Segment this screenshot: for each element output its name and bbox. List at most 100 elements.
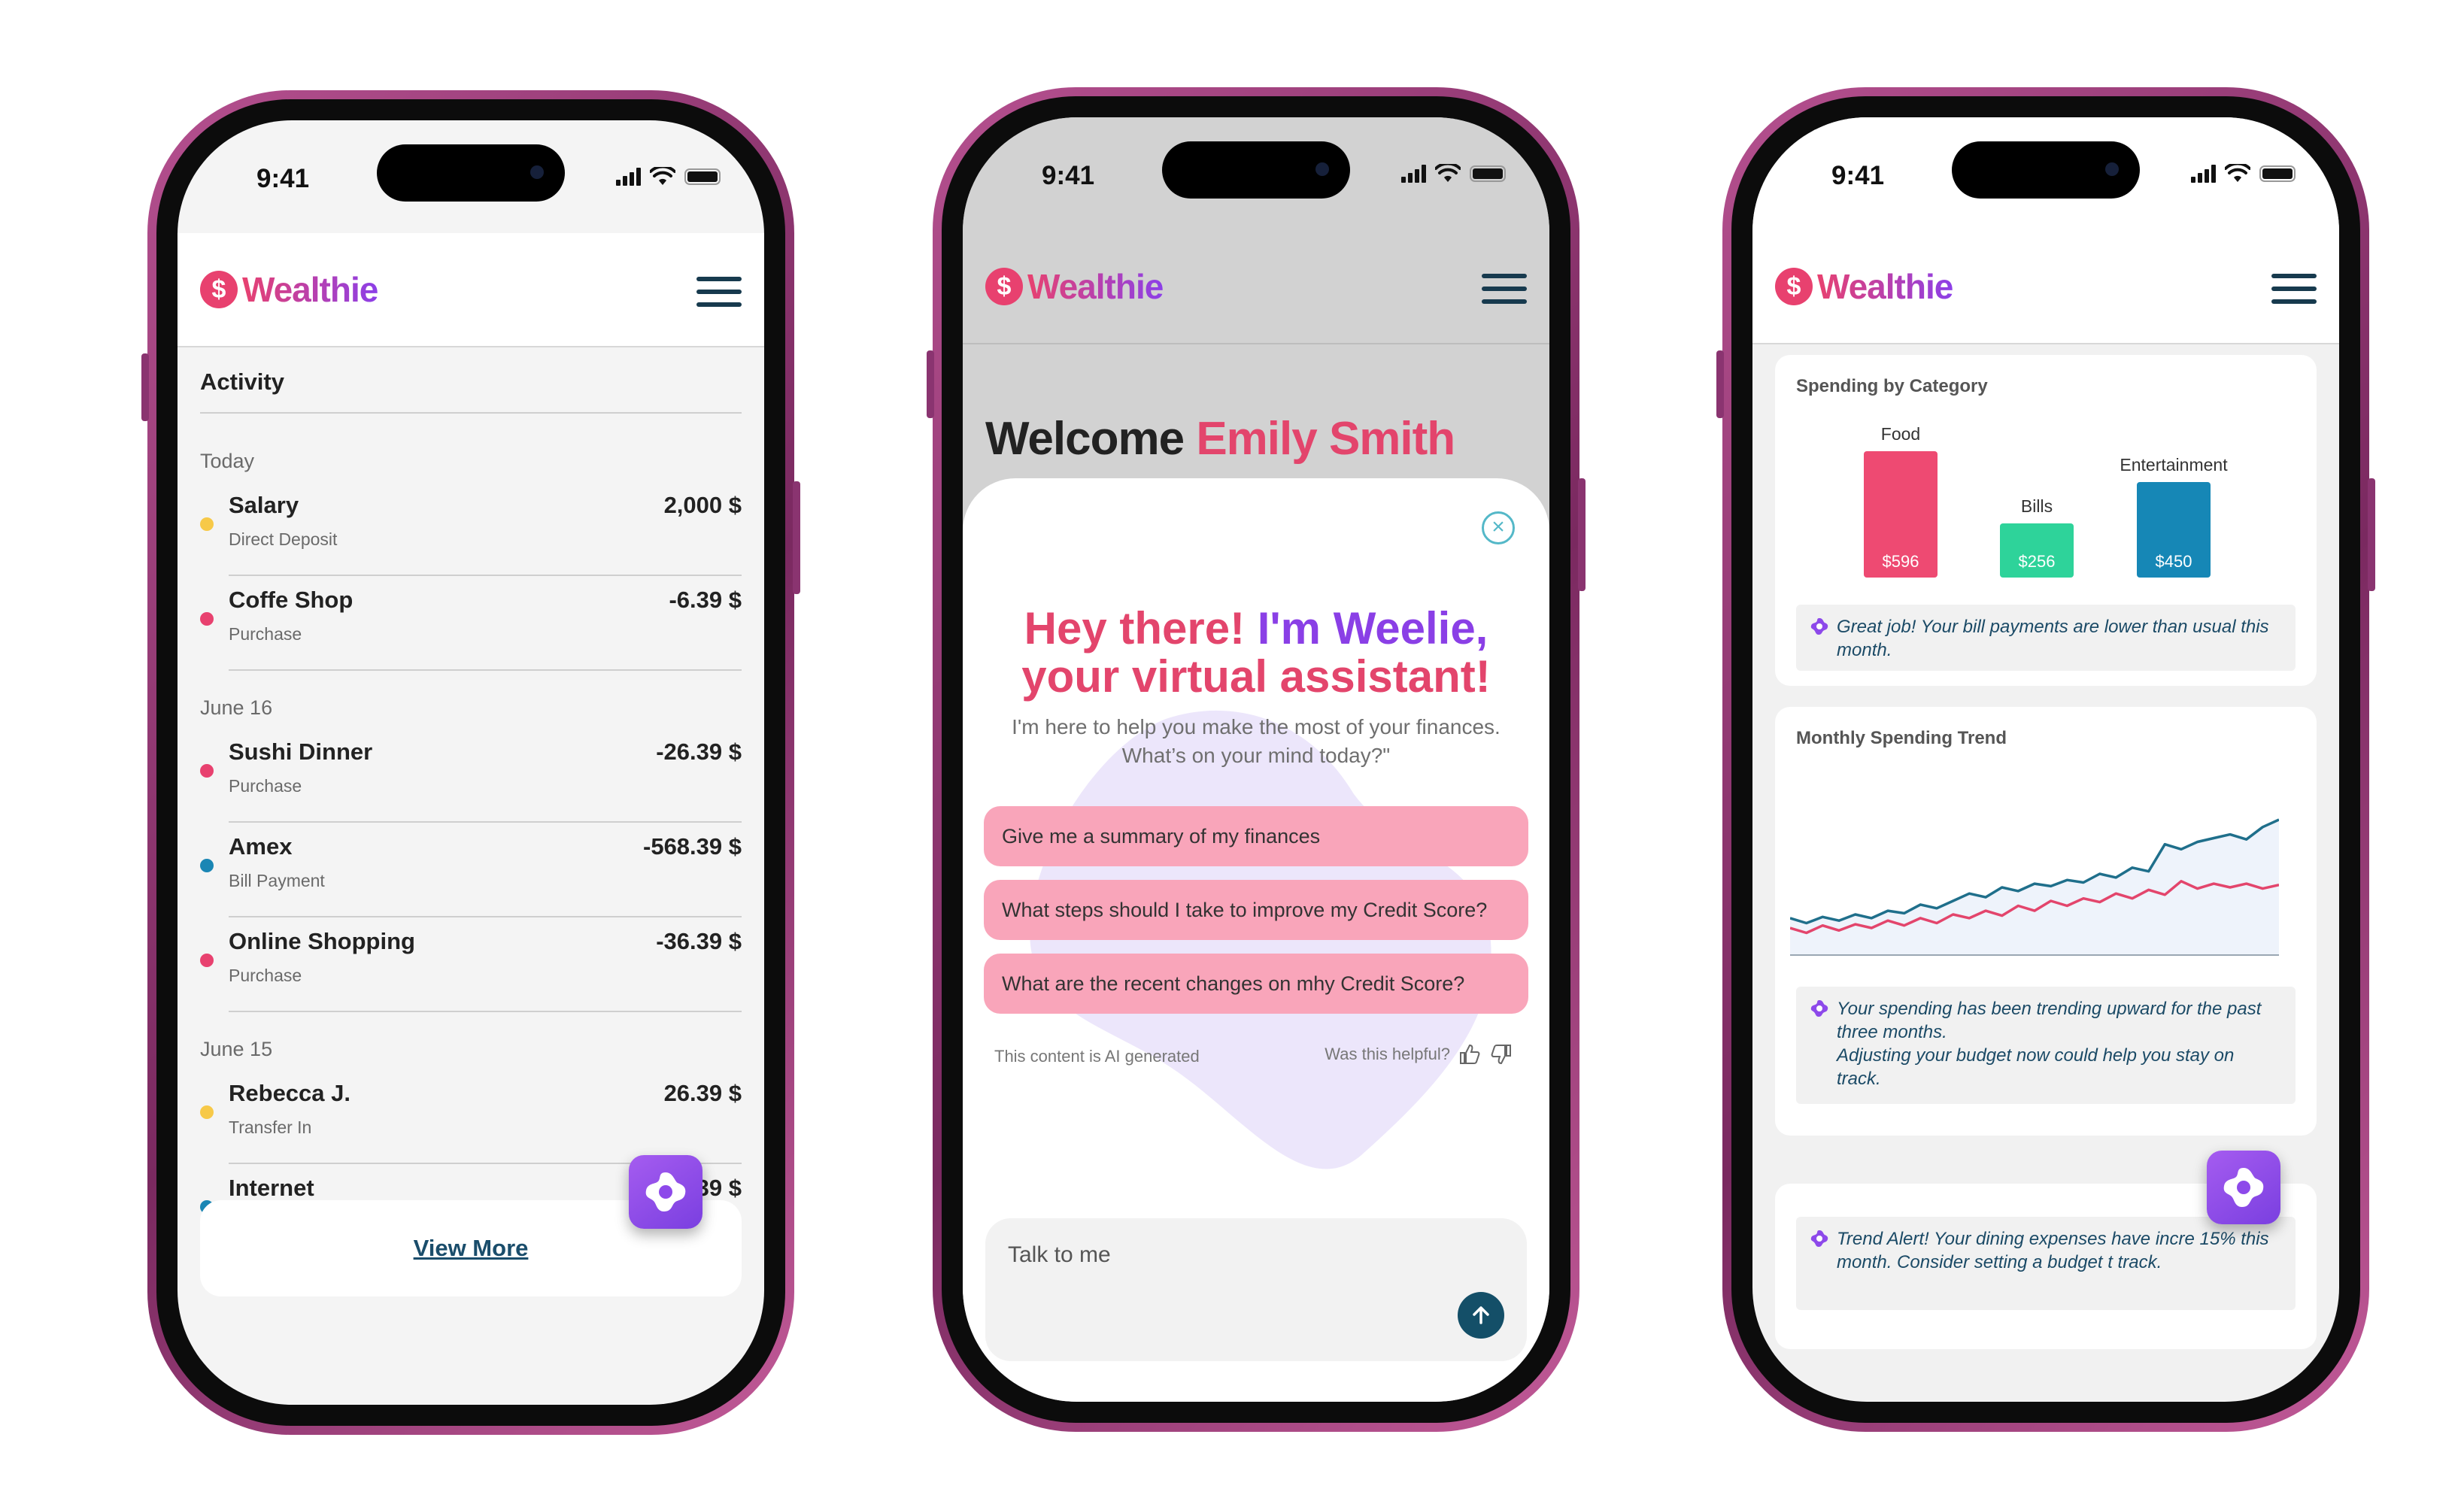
- thumbs-up-icon[interactable]: [1458, 1042, 1482, 1066]
- flower-icon: [1810, 1000, 1828, 1017]
- greeting-part2: I'm Weelie,: [1257, 603, 1488, 653]
- signal-icon: [616, 168, 641, 186]
- transaction-row[interactable]: Sushi Dinner Purchase -26.39 $: [200, 728, 742, 823]
- category-label: Entertainment: [2120, 455, 2228, 475]
- status-time: 9:41: [1831, 161, 1885, 190]
- transaction-amount: 2,000 $: [663, 492, 742, 518]
- transaction-row[interactable]: Amex Bill Payment -568.39 $: [200, 823, 742, 917]
- app-header: $ Wealthie: [1752, 230, 2339, 344]
- brand-name: Wealthie: [1817, 267, 1953, 306]
- trend-card: Monthly Spending Trend Your spending has…: [1775, 707, 2317, 1136]
- transaction-amount: -26.39 $: [656, 738, 742, 765]
- hamburger-menu-icon[interactable]: [1482, 274, 1527, 304]
- transaction-name: Sushi Dinner: [229, 738, 373, 765]
- divider: [229, 669, 742, 671]
- close-button[interactable]: ×: [1482, 511, 1515, 544]
- app-header: $ Wealthie: [178, 233, 764, 347]
- transaction-name: Coffe Shop: [229, 587, 354, 613]
- arrow-up-icon: [1473, 1306, 1489, 1324]
- trend-insight: Your spending has been trending upward f…: [1796, 987, 2296, 1104]
- assistant-fab-button[interactable]: [629, 1155, 702, 1229]
- greeting-part1: Hey there!: [1024, 603, 1258, 653]
- spending-card: Spending by Category $596 Food $256 Bills $4…: [1775, 355, 2317, 686]
- wifi-icon: [650, 167, 675, 185]
- date-heading: Today: [200, 450, 255, 472]
- transaction-row[interactable]: Coffe Shop Purchase -6.39 $: [200, 576, 742, 671]
- phone-insights: 9:41 $ Wealthie Spending by Category $59…: [1716, 87, 2375, 1432]
- transaction-amount: -568.39 $: [643, 833, 742, 860]
- category-label: Food: [1880, 424, 1921, 444]
- transaction-row[interactable]: Salary Direct Deposit 2,000 $: [200, 481, 742, 576]
- dollar-icon: $: [200, 271, 238, 308]
- wifi-icon: [1435, 164, 1461, 182]
- phone-activity: 9:41 $ Wealthie Activity Today Salary Di…: [141, 90, 800, 1435]
- brand-name: Wealthie: [1027, 267, 1164, 306]
- flower-icon: [1810, 618, 1828, 635]
- suggestion-chip[interactable]: What steps should I take to improve my C…: [984, 880, 1528, 940]
- activity-title: Activity: [200, 368, 284, 395]
- hamburger-menu-icon[interactable]: [2271, 274, 2317, 304]
- battery-icon: [684, 168, 721, 185]
- transaction-amount: -6.39 $: [669, 587, 742, 613]
- thumbs-down-icon[interactable]: [1489, 1042, 1513, 1066]
- trend-line-chart: [1790, 818, 2279, 956]
- suggestion-chip[interactable]: Give me a summary of my finances: [984, 806, 1528, 866]
- status-dot: [200, 954, 214, 967]
- insights-screen: 9:41 $ Wealthie Spending by Category $59…: [1752, 117, 2339, 1402]
- wealthie-logo[interactable]: $ Wealthie: [200, 269, 378, 310]
- send-button[interactable]: [1458, 1292, 1504, 1339]
- transaction-type: Direct Deposit: [229, 529, 338, 549]
- category-bar[interactable]: $256: [2000, 523, 2074, 578]
- chat-input[interactable]: Talk to me: [985, 1218, 1527, 1361]
- view-more-link[interactable]: View More: [414, 1235, 529, 1262]
- transaction-row[interactable]: Rebecca J. Transfer In 26.39 $: [200, 1069, 742, 1164]
- transaction-row[interactable]: Online Shopping Purchase -36.39 $: [200, 917, 742, 1012]
- phone-assistant: 9:41 $ Wealthie Welcome Emily Smith × He…: [927, 87, 1586, 1432]
- hamburger-menu-icon[interactable]: [696, 277, 742, 307]
- transaction-type: Purchase: [229, 624, 302, 644]
- ai-generated-note: This content is AI generated: [994, 1047, 1200, 1066]
- signal-icon: [2191, 165, 2216, 183]
- assistant-greeting: Hey there! I'm Weelie, your virtual assi…: [963, 605, 1549, 701]
- alert-insight-text: Trend Alert! Your dining expenses have i…: [1837, 1229, 2269, 1272]
- dynamic-island: [377, 144, 565, 202]
- phone-bezel: 9:41 $ Wealthie Welcome Emily Smith × He…: [942, 96, 1570, 1423]
- wealthie-logo[interactable]: $ Wealthie: [985, 266, 1164, 307]
- wealthie-logo[interactable]: $ Wealthie: [1775, 266, 1953, 307]
- welcome-prefix: Welcome: [985, 413, 1185, 465]
- transaction-type: Transfer In: [229, 1117, 312, 1137]
- status-dot: [200, 764, 214, 778]
- alert-insight: Trend Alert! Your dining expenses have i…: [1796, 1217, 2296, 1310]
- brand-name: Wealthie: [242, 270, 378, 309]
- bar-value-label: $596: [1882, 552, 1919, 571]
- wifi-icon: [2225, 164, 2250, 182]
- category-bar-chart: $596 Food $256 Bills $450 Entertainment: [1775, 355, 2317, 581]
- category-bar[interactable]: $450: [2137, 482, 2211, 578]
- flower-icon: [2223, 1168, 2264, 1207]
- dynamic-island: [1162, 141, 1350, 199]
- battery-icon: [2259, 165, 2296, 182]
- suggestion-chip[interactable]: What are the recent changes on mhy Credi…: [984, 954, 1528, 1014]
- transaction-name: Online Shopping: [229, 928, 415, 954]
- signal-icon: [1401, 165, 1426, 183]
- feedback-row: Was this helpful?: [1325, 1042, 1513, 1066]
- assistant-screen: 9:41 $ Wealthie Welcome Emily Smith × He…: [963, 117, 1549, 1402]
- activity-screen: 9:41 $ Wealthie Activity Today Salary Di…: [178, 120, 764, 1405]
- trend-title: Monthly Spending Trend: [1796, 728, 2007, 748]
- status-dot: [200, 1105, 214, 1119]
- phone-bezel: 9:41 $ Wealthie Spending by Category $59…: [1731, 96, 2360, 1423]
- assistant-fab-button[interactable]: [2207, 1151, 2280, 1224]
- assistant-sheet: × Hey there! I'm Weelie, your virtual as…: [963, 478, 1549, 1402]
- bar-value-label: $256: [2018, 552, 2056, 571]
- status-dot: [200, 612, 214, 626]
- flower-icon: [1810, 1230, 1828, 1247]
- battery-icon: [1470, 165, 1506, 182]
- phone-bezel: 9:41 $ Wealthie Activity Today Salary Di…: [156, 99, 785, 1426]
- user-name: Emily Smith: [1196, 413, 1455, 465]
- transaction-amount: -36.39 $: [656, 928, 742, 954]
- status-time: 9:41: [256, 164, 310, 193]
- category-bar[interactable]: $596: [1864, 451, 1938, 578]
- transaction-name: Internet: [229, 1175, 314, 1201]
- transaction-name: Salary: [229, 492, 299, 518]
- transaction-name: Amex: [229, 833, 293, 860]
